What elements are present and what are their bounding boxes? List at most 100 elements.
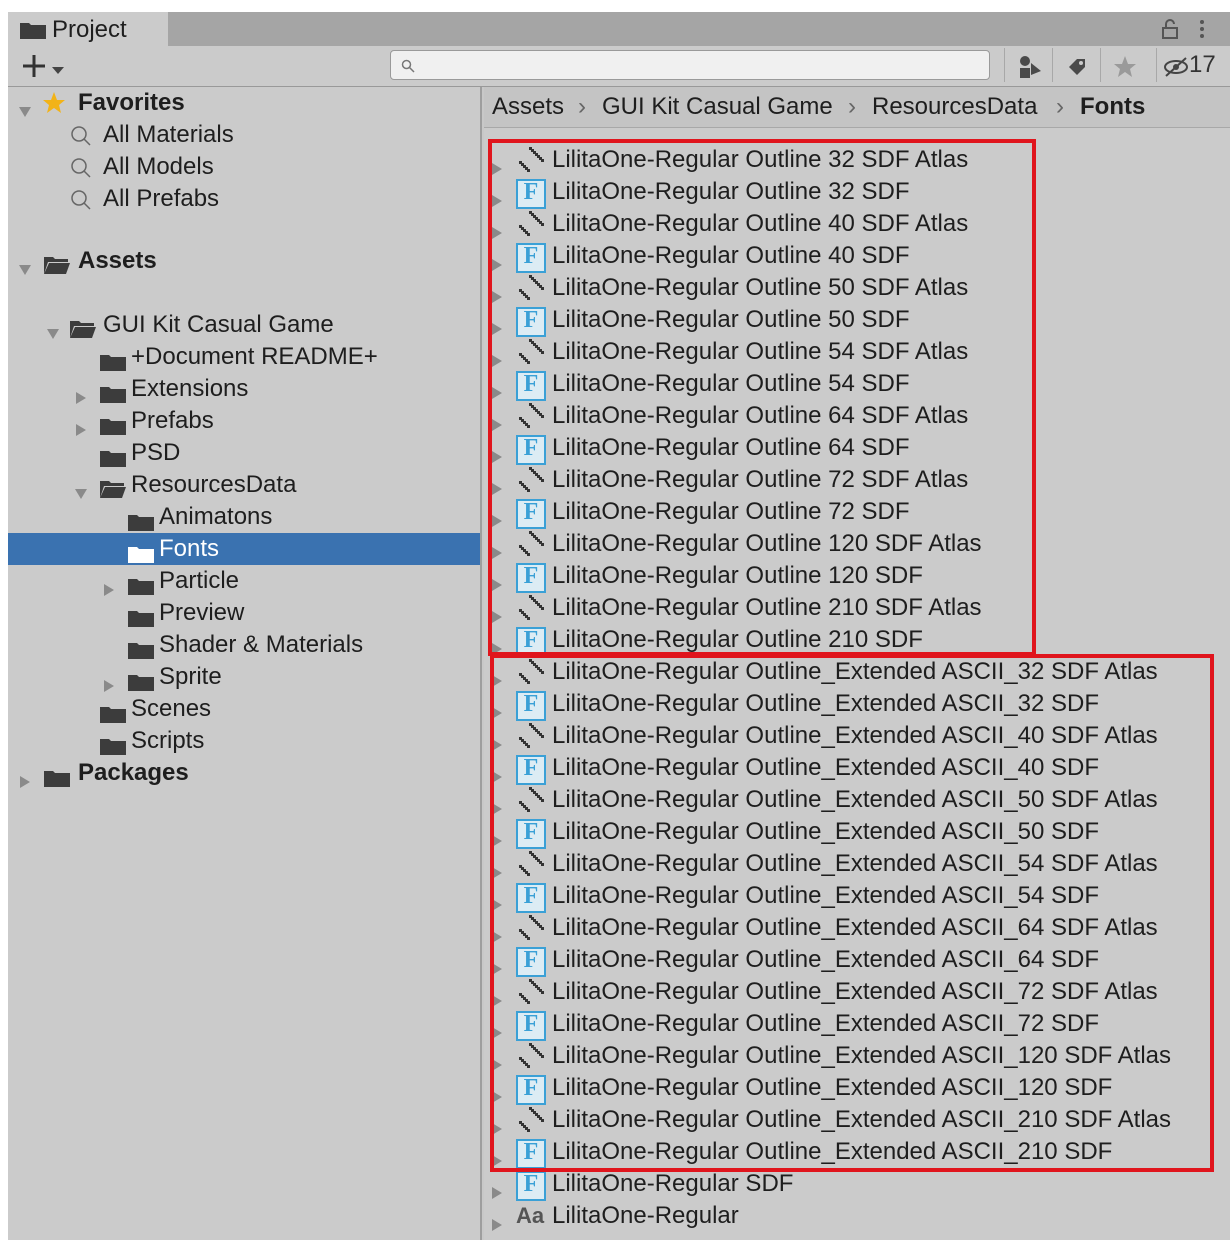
file-name: LilitaOne-Regular Outline_Extended ASCII… bbox=[552, 882, 1099, 909]
project-window: Project 17 Favorites All Materials All M… bbox=[8, 12, 1230, 1240]
file-name: LilitaOne-Regular Outline 210 SDF bbox=[552, 626, 923, 653]
tree-folder[interactable]: Particle bbox=[8, 565, 480, 597]
file-row[interactable]: LilitaOne-Regular Outline 120 SDF Atlas bbox=[484, 528, 1230, 560]
file-row[interactable]: F LilitaOne-Regular Outline 64 SDF bbox=[484, 432, 1230, 465]
expand-arrow-icon[interactable] bbox=[18, 254, 32, 286]
file-row[interactable]: F LilitaOne-Regular Outline 40 SDF bbox=[484, 240, 1230, 273]
file-row[interactable]: F LilitaOne-Regular Outline 32 SDF bbox=[484, 176, 1230, 209]
file-name: LilitaOne-Regular Outline 54 SDF Atlas bbox=[552, 338, 969, 365]
file-name: LilitaOne-Regular Outline 32 SDF Atlas bbox=[552, 146, 969, 173]
file-row[interactable]: LilitaOne-Regular Outline 54 SDF Atlas bbox=[484, 336, 1230, 368]
file-row[interactable]: F LilitaOne-Regular Outline 72 SDF bbox=[484, 496, 1230, 529]
breadcrumb: Assets › GUI Kit Casual Game › Resources… bbox=[484, 87, 1230, 128]
file-name: LilitaOne-Regular Outline 72 SDF bbox=[552, 498, 910, 525]
file-row[interactable]: F LilitaOne-Regular Outline_Extended ASCI… bbox=[484, 816, 1230, 849]
file-row[interactable]: F LilitaOne-Regular Outline_Extended ASCI… bbox=[484, 1008, 1230, 1041]
search-field[interactable] bbox=[390, 50, 990, 80]
file-row[interactable]: LilitaOne-Regular Outline_Extended ASCII… bbox=[484, 656, 1230, 688]
tree-folder[interactable]: ResourcesData bbox=[8, 469, 480, 501]
font-asset-icon: F bbox=[516, 243, 546, 273]
file-name: LilitaOne-Regular Outline 40 SDF bbox=[552, 242, 910, 269]
file-row[interactable]: F LilitaOne-Regular Outline 120 SDF bbox=[484, 560, 1230, 593]
collapsed-arrow-icon[interactable] bbox=[491, 1209, 503, 1240]
breadcrumb-item[interactable]: GUI Kit Casual Game bbox=[602, 87, 833, 127]
file-row[interactable]: LilitaOne-Regular Outline 50 SDF Atlas bbox=[484, 272, 1230, 304]
file-row[interactable]: LilitaOne-Regular Outline 72 SDF Atlas bbox=[484, 464, 1230, 496]
kebab-menu-icon[interactable] bbox=[1198, 18, 1206, 45]
font-asset-icon: F bbox=[516, 627, 546, 657]
lock-icon[interactable] bbox=[1160, 18, 1180, 45]
file-row[interactable]: F LilitaOne-Regular Outline 54 SDF bbox=[484, 368, 1230, 401]
texture-icon bbox=[516, 401, 546, 431]
tree-folder[interactable]: PSD bbox=[8, 437, 480, 469]
file-name: LilitaOne-Regular Outline 120 SDF bbox=[552, 562, 923, 589]
tree-folder[interactable]: Animatons bbox=[8, 501, 480, 533]
tree-folder-selected[interactable]: Fonts bbox=[8, 533, 480, 565]
file-row[interactable]: F LilitaOne-Regular Outline_Extended ASCI… bbox=[484, 880, 1230, 913]
file-name: LilitaOne-Regular Outline_Extended ASCII… bbox=[552, 1074, 1113, 1101]
file-name: LilitaOne-Regular Outline 120 SDF Atlas bbox=[552, 530, 982, 557]
file-row[interactable]: F LilitaOne-Regular Outline_Extended ASCI… bbox=[484, 944, 1230, 977]
file-row[interactable]: LilitaOne-Regular Outline_Extended ASCII… bbox=[484, 976, 1230, 1008]
tree-assets[interactable]: Assets bbox=[8, 245, 480, 277]
file-row[interactable]: Aa LilitaOne-Regular bbox=[484, 1200, 1230, 1232]
breadcrumb-item[interactable]: ResourcesData bbox=[872, 87, 1037, 127]
search-input[interactable] bbox=[421, 54, 985, 78]
file-name: LilitaOne-Regular Outline_Extended ASCII… bbox=[552, 658, 1158, 685]
collapsed-arrow-icon[interactable] bbox=[18, 766, 32, 798]
file-row[interactable]: LilitaOne-Regular Outline 210 SDF Atlas bbox=[484, 592, 1230, 624]
breadcrumb-current[interactable]: Fonts bbox=[1080, 87, 1145, 127]
tree-favorites[interactable]: Favorites bbox=[8, 87, 480, 119]
texture-icon bbox=[516, 593, 546, 623]
search-by-type-button[interactable] bbox=[1004, 48, 1053, 82]
file-row[interactable]: LilitaOne-Regular Outline_Extended ASCII… bbox=[484, 848, 1230, 880]
file-row[interactable]: LilitaOne-Regular Outline 32 SDF Atlas bbox=[484, 144, 1230, 176]
file-row[interactable]: LilitaOne-Regular Outline_Extended ASCII… bbox=[484, 1104, 1230, 1136]
favorites-filter-button[interactable] bbox=[1100, 48, 1149, 82]
file-row[interactable]: LilitaOne-Regular Outline_Extended ASCII… bbox=[484, 912, 1230, 944]
file-row[interactable]: LilitaOne-Regular Outline 64 SDF Atlas bbox=[484, 400, 1230, 432]
file-row[interactable]: F LilitaOne-Regular Outline_Extended ASCI… bbox=[484, 1136, 1230, 1169]
file-name: LilitaOne-Regular Outline 210 SDF Atlas bbox=[552, 594, 982, 621]
file-name: LilitaOne-Regular Outline_Extended ASCII… bbox=[552, 754, 1099, 781]
tree-favorite-item[interactable]: All Prefabs bbox=[8, 183, 480, 215]
tree-folder[interactable]: Shader & Materials bbox=[8, 629, 480, 661]
search-by-label-button[interactable] bbox=[1052, 48, 1101, 82]
create-button[interactable] bbox=[18, 50, 70, 82]
tree-folder[interactable]: Preview bbox=[8, 597, 480, 629]
tree-item-label: All Materials bbox=[103, 121, 234, 148]
font-asset-icon: F bbox=[516, 1171, 546, 1201]
file-name: LilitaOne-Regular Outline_Extended ASCII… bbox=[552, 1106, 1172, 1133]
file-row[interactable]: F LilitaOne-Regular Outline 50 SDF bbox=[484, 304, 1230, 337]
breadcrumb-item[interactable]: Assets bbox=[492, 87, 564, 127]
tab-project[interactable]: Project bbox=[8, 12, 168, 46]
tree-folder[interactable]: Scripts bbox=[8, 725, 480, 757]
texture-icon bbox=[516, 977, 546, 1007]
tree-folder[interactable]: Extensions bbox=[8, 373, 480, 405]
tree-favorite-item[interactable]: All Models bbox=[8, 151, 480, 183]
file-name: LilitaOne-Regular Outline 50 SDF bbox=[552, 306, 910, 333]
tree-packages[interactable]: Packages bbox=[8, 757, 480, 789]
tree-folder[interactable]: Prefabs bbox=[8, 405, 480, 437]
folder-tree: Favorites All Materials All Models All P… bbox=[8, 87, 482, 1240]
font-asset-icon: F bbox=[516, 755, 546, 785]
file-row[interactable]: F LilitaOne-Regular Outline 210 SDF bbox=[484, 624, 1230, 657]
file-row[interactable]: F LilitaOne-Regular Outline_Extended ASCI… bbox=[484, 752, 1230, 785]
file-row[interactable]: LilitaOne-Regular Outline_Extended ASCII… bbox=[484, 1040, 1230, 1072]
file-name: LilitaOne-Regular Outline_Extended ASCII… bbox=[552, 1138, 1113, 1165]
gui-kit-label: GUI Kit Casual Game bbox=[103, 311, 334, 338]
hidden-packages-toggle[interactable]: 17 bbox=[1156, 48, 1230, 82]
file-row[interactable]: F LilitaOne-Regular Outline_Extended ASCI… bbox=[484, 688, 1230, 721]
tree-item-label: Sprite bbox=[159, 663, 222, 690]
file-row[interactable]: LilitaOne-Regular Outline_Extended ASCII… bbox=[484, 720, 1230, 752]
file-row[interactable]: LilitaOne-Regular Outline 40 SDF Atlas bbox=[484, 208, 1230, 240]
tree-folder[interactable]: Sprite bbox=[8, 661, 480, 693]
tree-folder[interactable]: +Document README+ bbox=[8, 341, 480, 373]
file-row[interactable]: F LilitaOne-Regular Outline_Extended ASCI… bbox=[484, 1072, 1230, 1105]
file-row[interactable]: LilitaOne-Regular Outline_Extended ASCII… bbox=[484, 784, 1230, 816]
file-row[interactable]: F LilitaOne-Regular SDF bbox=[484, 1168, 1230, 1201]
tree-folder[interactable]: Scenes bbox=[8, 693, 480, 725]
tree-gui-kit[interactable]: GUI Kit Casual Game bbox=[8, 309, 480, 341]
texture-icon bbox=[516, 209, 546, 239]
tree-favorite-item[interactable]: All Materials bbox=[8, 119, 480, 151]
